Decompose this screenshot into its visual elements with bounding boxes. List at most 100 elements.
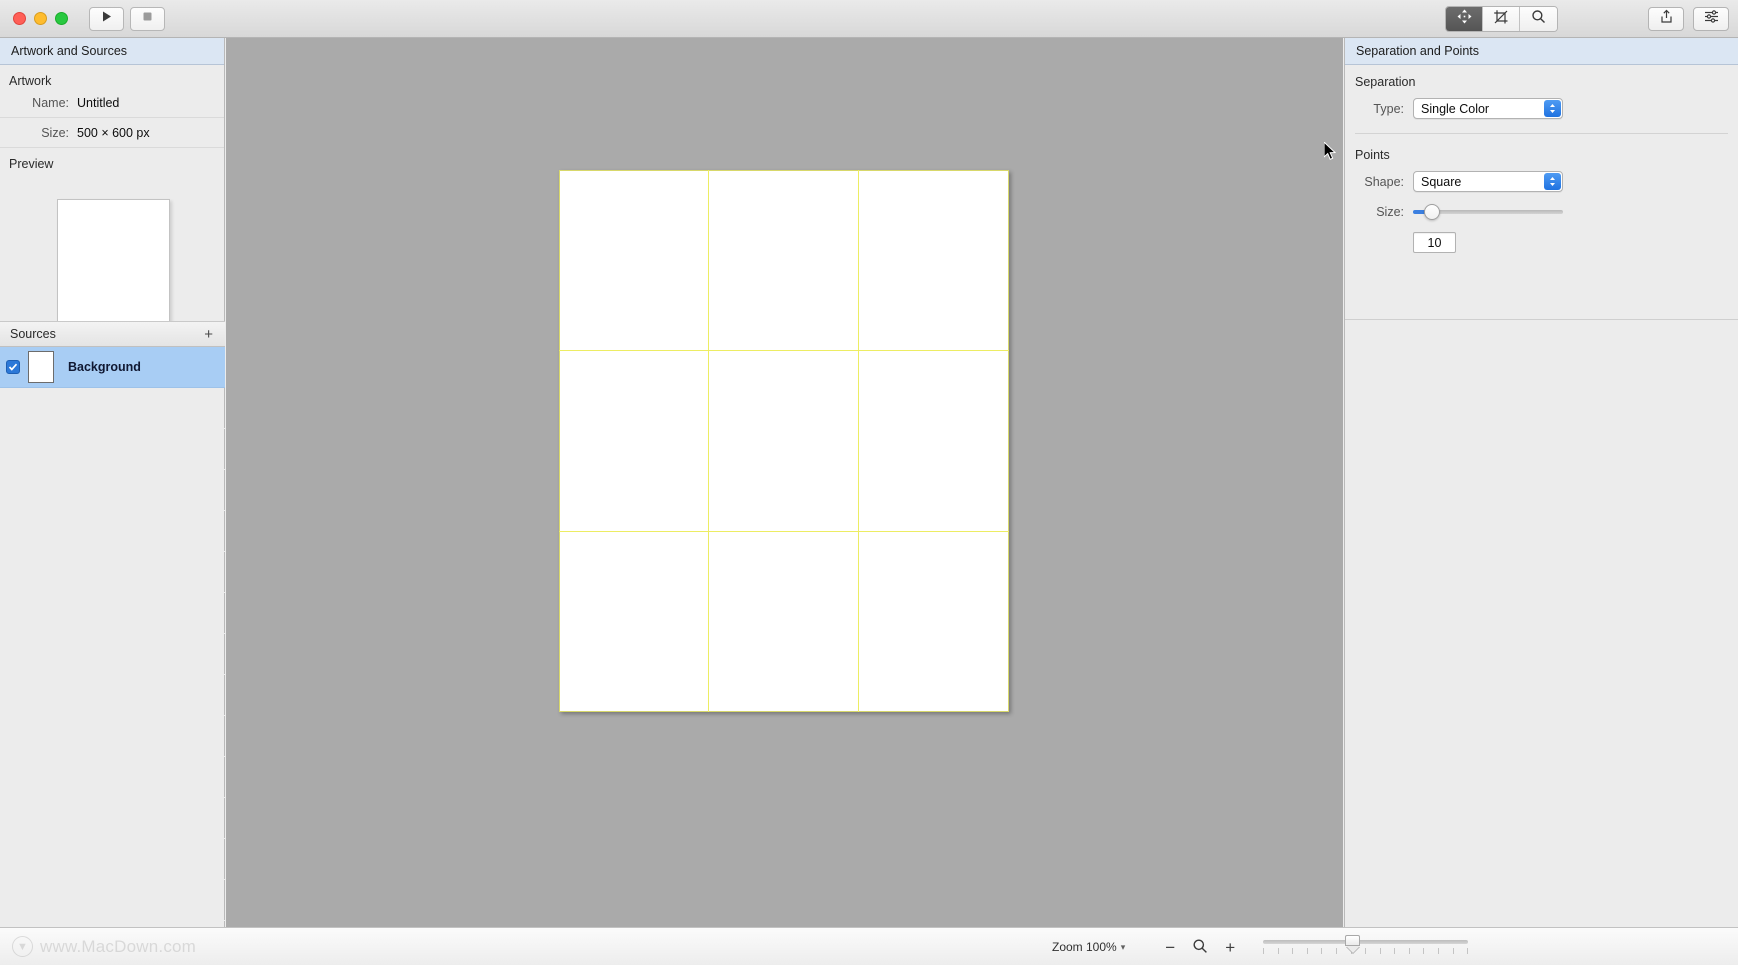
list-item-empty[interactable] [0,839,225,880]
list-item-empty[interactable] [0,716,225,757]
points-shape-select[interactable]: Square [1413,171,1563,192]
points-size-slider[interactable] [1413,204,1563,220]
list-item-empty[interactable] [0,634,225,675]
bottom-bar: ▼ www.MacDown.com Zoom 100% ▾ − + [0,927,1738,965]
list-item-empty[interactable] [0,798,225,839]
zoom-slider-ticks [1263,948,1469,955]
separation-section-title: Separation [1355,75,1416,89]
guide-horizontal-1[interactable] [559,350,1009,351]
crop-icon [1493,9,1509,30]
artwork-size-row: Size: 500 × 600 px [0,118,224,148]
list-item-empty[interactable] [0,470,225,511]
points-shape-label: Shape: [1364,174,1404,189]
artwork-group-title: Artwork [9,74,52,88]
tick [1321,948,1323,954]
zoom-thumb-body [1345,935,1361,953]
zoom-thumb-pointer [1346,946,1361,953]
artboard[interactable] [559,170,1009,712]
close-button[interactable] [13,12,26,25]
sources-list: Background [0,347,225,927]
separation-type-select[interactable]: Single Color [1413,98,1563,119]
artwork-size-value[interactable]: 500 × 600 px [77,126,150,140]
list-item-empty[interactable] [0,552,225,593]
tick [1379,948,1381,954]
points-size-row: Size: [1345,192,1738,220]
points-size-input[interactable]: 10 [1413,232,1456,253]
list-item[interactable]: Background [0,347,225,388]
tick [1452,948,1454,954]
points-shape-row: Shape: Square [1345,162,1738,192]
zoom-in-button[interactable]: + [1215,939,1245,956]
list-item-empty[interactable] [0,880,225,921]
mouse-cursor [1323,140,1338,167]
points-size-field-row: 10 [1345,220,1738,253]
move-icon [1457,9,1472,29]
share-icon [1659,9,1674,29]
list-item-empty[interactable] [0,511,225,552]
list-item-empty[interactable] [0,593,225,634]
magnifier-icon [1531,9,1546,29]
slider-track [1430,210,1563,214]
artwork-name-row: Name: Untitled [0,88,224,118]
titlebar-right-tools [1445,0,1738,38]
watermark: ▼ www.MacDown.com [12,936,196,957]
tick [1277,948,1279,954]
stop-button[interactable] [130,6,165,31]
canvas-area[interactable] [226,38,1343,927]
tick [1306,948,1308,954]
separation-type-value: Single Color [1421,101,1490,116]
guide-vertical-2[interactable] [858,170,859,712]
chevron-updown-icon [1544,173,1561,190]
play-button[interactable] [89,6,124,31]
list-item-empty[interactable] [0,757,225,798]
tick [1408,948,1410,954]
sources-header: Sources + [0,321,225,347]
chevron-down-icon[interactable]: ▾ [1121,942,1126,953]
zoom-reset-button[interactable] [1185,938,1215,957]
artwork-name-label: Name: [32,95,69,110]
list-item-empty[interactable] [0,388,225,429]
preview-thumbnail [57,199,170,336]
points-section-title: Points [1355,148,1390,162]
artboard-border [559,170,1009,712]
list-item-empty[interactable] [0,429,225,470]
source-visibility-checkbox[interactable] [6,360,20,374]
tick [1467,948,1469,954]
tick [1394,948,1396,954]
traffic-lights [13,12,68,25]
guide-horizontal-2[interactable] [559,531,1009,532]
slider-knob[interactable] [1424,204,1440,220]
tick [1437,948,1439,954]
share-button[interactable] [1648,7,1684,31]
source-thumbnail [28,351,54,383]
move-tool-button[interactable] [1446,7,1483,31]
adjust-button[interactable] [1693,7,1729,31]
play-icon [100,10,113,28]
sidebar-header: Artwork and Sources [0,38,224,65]
maximize-button[interactable] [55,12,68,25]
crop-tool-button[interactable] [1483,7,1520,31]
right-panel-header: Separation and Points [1345,38,1738,65]
tick [1263,948,1265,954]
separation-type-row: Type: Single Color [1345,89,1738,119]
zoom-tool-button[interactable] [1520,7,1557,31]
add-source-button[interactable]: + [202,327,215,342]
right-panel: Separation and Points Separation Type: S… [1344,38,1738,965]
artwork-name-value[interactable]: Untitled [77,96,119,110]
zoom-out-button[interactable]: − [1155,939,1185,956]
watermark-text: www.MacDown.com [40,936,197,956]
minimize-button[interactable] [34,12,47,25]
zoom-slider-thumb[interactable] [1345,935,1361,953]
points-size-label: Size: [1376,205,1404,219]
preview-label: Preview [9,157,54,171]
transport-controls [89,6,165,31]
chevron-updown-icon [1544,100,1561,117]
guide-vertical-1[interactable] [708,170,709,712]
zoom-slider-track [1263,940,1469,944]
list-item-empty[interactable] [0,675,225,716]
zoom-slider[interactable] [1263,935,1469,959]
points-shape-value: Square [1421,174,1462,189]
panel-bottom-divider [1345,319,1738,320]
zoom-level-label[interactable]: Zoom 100% [1052,940,1117,954]
tool-segment-group [1445,6,1558,32]
